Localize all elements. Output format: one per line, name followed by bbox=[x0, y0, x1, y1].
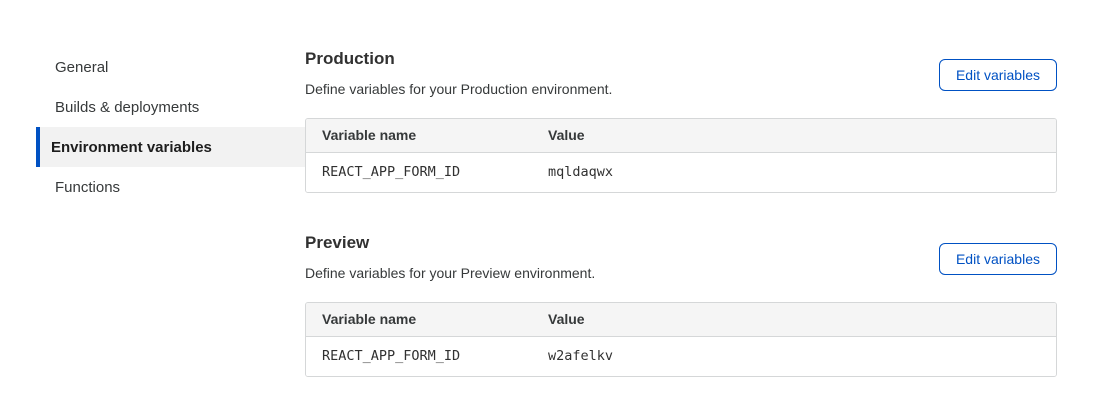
production-edit-variables-button[interactable]: Edit variables bbox=[939, 59, 1057, 91]
preview-heading-block: Preview Define variables for your Previe… bbox=[305, 231, 595, 281]
production-section-header: Production Define variables for your Pro… bbox=[305, 47, 1057, 97]
sidebar-item-builds-deployments[interactable]: Builds & deployments bbox=[36, 87, 305, 127]
variable-name-column-header: Variable name bbox=[306, 119, 532, 153]
value-column-header: Value bbox=[532, 119, 1056, 153]
table-header-row: Variable name Value bbox=[306, 119, 1056, 153]
variable-name-cell: REACT_APP_FORM_ID bbox=[306, 153, 532, 193]
value-cell: mqldaqwx bbox=[532, 153, 1056, 193]
production-section: Production Define variables for your Pro… bbox=[305, 47, 1057, 193]
production-title: Production bbox=[305, 49, 612, 69]
table-header-row: Variable name Value bbox=[306, 303, 1056, 337]
production-variables-table: Variable name Value REACT_APP_FORM_ID mq… bbox=[305, 118, 1057, 193]
table-row: REACT_APP_FORM_ID w2afelkv bbox=[306, 337, 1056, 377]
preview-variables-table: Variable name Value REACT_APP_FORM_ID w2… bbox=[305, 302, 1057, 377]
preview-title: Preview bbox=[305, 233, 595, 253]
production-description: Define variables for your Production env… bbox=[305, 81, 612, 97]
sidebar-item-label: Environment variables bbox=[51, 139, 212, 156]
sidebar-item-environment-variables[interactable]: Environment variables bbox=[36, 127, 305, 167]
environment-variables-content: Production Define variables for your Pro… bbox=[305, 47, 1100, 377]
preview-description: Define variables for your Preview enviro… bbox=[305, 265, 595, 281]
variable-name-column-header: Variable name bbox=[306, 303, 532, 337]
value-cell: w2afelkv bbox=[532, 337, 1056, 377]
sidebar-item-label: Functions bbox=[55, 179, 120, 196]
preview-section-header: Preview Define variables for your Previe… bbox=[305, 231, 1057, 281]
sidebar-item-label: General bbox=[55, 59, 108, 76]
settings-sidebar: General Builds & deployments Environment… bbox=[0, 47, 305, 377]
preview-edit-variables-button[interactable]: Edit variables bbox=[939, 243, 1057, 275]
sidebar-item-functions[interactable]: Functions bbox=[36, 167, 305, 207]
sidebar-item-label: Builds & deployments bbox=[55, 99, 199, 116]
sidebar-item-general[interactable]: General bbox=[36, 47, 305, 87]
preview-section: Preview Define variables for your Previe… bbox=[305, 231, 1057, 377]
settings-page: General Builds & deployments Environment… bbox=[0, 0, 1100, 377]
variable-name-cell: REACT_APP_FORM_ID bbox=[306, 337, 532, 377]
production-heading-block: Production Define variables for your Pro… bbox=[305, 47, 612, 97]
value-column-header: Value bbox=[532, 303, 1056, 337]
table-row: REACT_APP_FORM_ID mqldaqwx bbox=[306, 153, 1056, 193]
